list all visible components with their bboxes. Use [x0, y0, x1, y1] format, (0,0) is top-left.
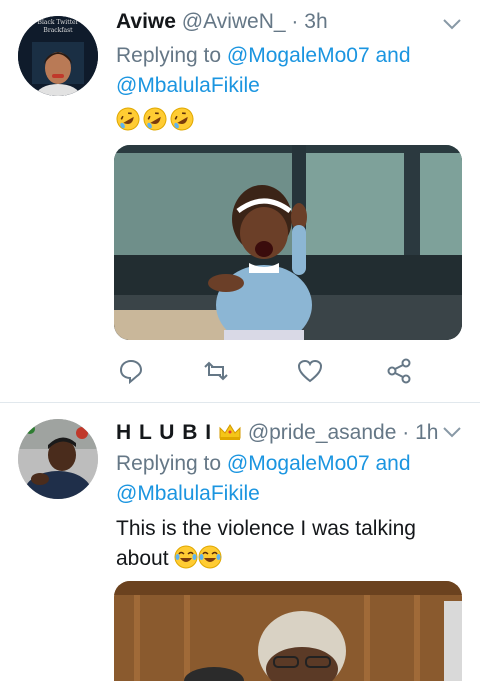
replying-to-label: Replying to	[116, 44, 222, 67]
like-icon[interactable]	[296, 357, 324, 385]
face-with-tears-of-joy-icon	[198, 545, 222, 569]
mention-link[interactable]: @MogaleMo07	[227, 452, 370, 475]
tweet-text	[116, 106, 197, 136]
user-handle[interactable]: @pride_asande	[248, 421, 397, 444]
rolling-on-floor-laughing-icon	[143, 107, 167, 131]
timestamp[interactable]: 1h	[415, 421, 438, 444]
mention-link[interactable]: @MbalulaFikile	[116, 74, 260, 97]
photo	[114, 145, 462, 340]
timestamp[interactable]: 3h	[304, 10, 327, 33]
display-name[interactable]: H L U B I	[116, 421, 212, 444]
tweet-media-image[interactable]	[114, 581, 462, 681]
replying-to-line2: @MbalulaFikile	[116, 479, 260, 509]
avatar-caption-line1: Black Twitter	[37, 19, 79, 26]
face-with-tears-of-joy-icon	[174, 545, 198, 569]
rolling-on-floor-laughing-icon	[170, 107, 194, 131]
rolling-on-floor-laughing-icon	[116, 107, 140, 131]
tweet-actions	[114, 357, 414, 387]
mention-and[interactable]: and	[375, 44, 410, 67]
avatar[interactable]	[18, 419, 98, 499]
user-handle[interactable]: @AviweN_	[182, 10, 286, 33]
mention-and[interactable]: and	[375, 452, 410, 475]
reply-icon[interactable]	[117, 357, 145, 385]
mention-link[interactable]: @MbalulaFikile	[116, 482, 260, 505]
tweet-header: Aviwe @AviweN_ · 3h	[116, 10, 328, 34]
replying-to-label: Replying to	[116, 452, 222, 475]
retweet-icon[interactable]	[202, 357, 230, 385]
display-name[interactable]: Aviwe	[116, 10, 176, 33]
tweet-text: This is the violence I was talking about	[116, 514, 416, 574]
avatar-caption-line2: Brackfast	[43, 27, 73, 34]
replying-to: Replying to @MogaleMo07 and	[116, 41, 411, 71]
separator-dot: ·	[291, 10, 299, 33]
avatar-image	[18, 419, 98, 499]
avatar[interactable]: Black Twitter Brackfast	[18, 16, 98, 96]
crown-icon	[219, 424, 241, 440]
tweet[interactable]: H L U B I @pride_asande · 1h Replying to…	[0, 403, 480, 681]
tweet-header: H L U B I @pride_asande · 1h	[116, 421, 438, 445]
tweet-text-line1: This is the violence I was talking	[116, 517, 416, 540]
tweet-text-line2: about	[116, 544, 416, 574]
separator-dot: ·	[402, 421, 410, 444]
chevron-down-icon[interactable]	[442, 17, 462, 31]
tweet[interactable]: Black Twitter Brackfast Aviwe @AviweN_ ·…	[0, 0, 480, 400]
avatar-caption: Black Twitter Brackfast	[18, 19, 98, 35]
share-icon[interactable]	[386, 357, 414, 385]
replying-to: Replying to @MogaleMo07 and	[116, 449, 411, 479]
tweet-media-image[interactable]	[114, 145, 462, 340]
replying-to-line2: @MbalulaFikile	[116, 71, 260, 101]
mention-link[interactable]: @MogaleMo07	[227, 44, 370, 67]
tweet-text-word: about	[116, 547, 169, 570]
chevron-down-icon[interactable]	[442, 425, 462, 439]
photo	[114, 581, 462, 681]
